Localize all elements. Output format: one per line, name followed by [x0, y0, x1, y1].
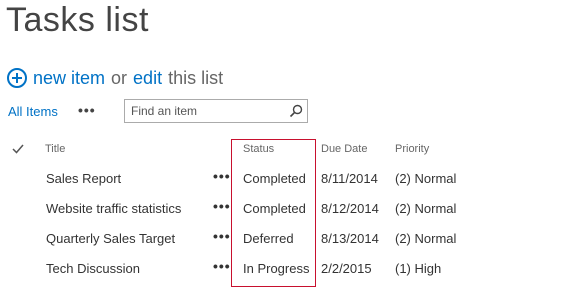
- command-bar: new item or edit this list: [7, 66, 223, 90]
- item-menu-button[interactable]: •••: [213, 258, 231, 274]
- search-input[interactable]: [131, 104, 281, 118]
- item-menu-button[interactable]: •••: [213, 228, 231, 244]
- task-due-date: 8/13/2014: [321, 231, 379, 246]
- task-priority: (2) Normal: [395, 231, 457, 246]
- view-more-button[interactable]: •••: [78, 99, 96, 123]
- item-menu-button[interactable]: •••: [213, 198, 231, 214]
- edit-list-link[interactable]: edit: [133, 66, 162, 90]
- task-due-date: 8/12/2014: [321, 201, 379, 216]
- task-priority: (2) Normal: [395, 201, 457, 216]
- task-title[interactable]: Tech Discussion: [46, 261, 140, 276]
- new-item-link[interactable]: new item: [33, 66, 105, 90]
- column-header-due-date[interactable]: Due Date: [321, 143, 367, 155]
- view-selector: All Items: [8, 99, 58, 123]
- column-header-title[interactable]: Title: [45, 143, 65, 155]
- task-title[interactable]: Sales Report: [46, 171, 121, 186]
- view-all-items-link[interactable]: All Items: [8, 104, 58, 119]
- checkmark-icon[interactable]: [12, 143, 24, 155]
- or-text: or: [111, 68, 128, 88]
- task-priority: (1) High: [395, 261, 442, 276]
- add-circle-icon[interactable]: [7, 68, 27, 88]
- column-header-priority[interactable]: Priority: [395, 143, 429, 155]
- search-box: [124, 99, 308, 123]
- task-title[interactable]: Website traffic statistics: [46, 201, 181, 216]
- status-column-highlight: [231, 139, 316, 287]
- task-title[interactable]: Quarterly Sales Target: [46, 231, 175, 246]
- item-menu-button[interactable]: •••: [213, 168, 231, 184]
- search-icon[interactable]: [289, 104, 303, 118]
- page-title: Tasks list: [6, 1, 149, 39]
- task-due-date: 2/2/2015: [321, 261, 372, 276]
- task-due-date: 8/11/2014: [321, 171, 378, 186]
- this-list-text: this list: [168, 68, 224, 88]
- task-priority: (2) Normal: [395, 171, 457, 186]
